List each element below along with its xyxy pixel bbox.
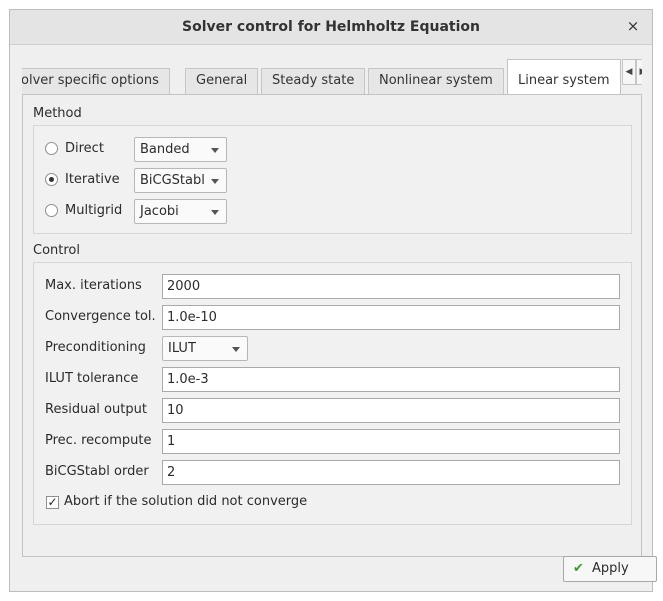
tab-solver-specific-options[interactable]: olver specific options [22,68,170,94]
residual-output-input[interactable]: 10 [162,398,620,423]
preconditioning-value: ILUT [168,341,196,356]
tab-nonlinear-system[interactable]: Nonlinear system [368,68,504,94]
direct-method-select[interactable]: Banded [134,137,227,162]
direct-method-value: Banded [140,142,190,157]
title-bar[interactable]: Solver control for Helmholtz Equation × [10,10,652,45]
bicgstabl-order-label: BiCGStabl order [45,464,149,479]
control-group: Max. iterations 2000 Convergence tol. 1.… [33,262,632,525]
tab-scroll-right-icon[interactable]: ▶ [636,59,642,85]
abort-checkbox[interactable]: ✓ [46,496,59,509]
chevron-down-icon [232,347,240,352]
iterative-label: Iterative [65,172,120,187]
prec-recompute-input[interactable]: 1 [162,429,620,454]
tab-bar: olver specific options General Steady st… [22,58,642,95]
ilut-tolerance-input[interactable]: 1.0e-3 [162,367,620,392]
apply-label: Apply [592,561,629,576]
multigrid-label: Multigrid [65,203,123,218]
iterative-method-value: BiCGStabl [140,173,205,188]
method-group-label: Method [33,106,82,121]
convergence-tol-input[interactable]: 1.0e-10 [162,305,620,330]
chevron-down-icon [211,210,219,215]
chevron-down-icon [211,148,219,153]
multigrid-radio[interactable] [45,204,58,217]
iterative-radio[interactable] [45,173,58,186]
abort-checkbox-label: Abort if the solution did not converge [64,494,308,509]
multigrid-method-select[interactable]: Jacobi [134,199,227,224]
tab-linear-system[interactable]: Linear system [507,59,621,95]
tab-general[interactable]: General [185,68,259,94]
residual-output-label: Residual output [45,402,147,417]
convergence-tol-label: Convergence tol. [45,309,156,324]
solver-control-dialog: Solver control for Helmholtz Equation × … [9,9,657,592]
close-icon[interactable]: × [624,17,642,35]
method-group: Direct Banded Iterative BiCGStabl Multig… [33,125,632,234]
ilut-tolerance-label: ILUT tolerance [45,371,139,386]
bicgstabl-order-input[interactable]: 2 [162,460,620,485]
tab-scroll-left-icon[interactable]: ◀ [622,59,636,85]
iterative-method-select[interactable]: BiCGStabl [134,168,227,193]
direct-radio[interactable] [45,142,58,155]
max-iterations-input[interactable]: 2000 [162,274,620,299]
chevron-down-icon [211,179,219,184]
check-icon: ✔ [573,561,584,576]
max-iterations-label: Max. iterations [45,278,142,293]
preconditioning-label: Preconditioning [45,340,146,355]
preconditioning-select[interactable]: ILUT [162,336,248,361]
apply-button[interactable]: ✔ Apply [563,556,657,582]
linear-system-panel: Method Direct Banded Iterative BiCGStabl… [22,94,642,557]
prec-recompute-label: Prec. recompute [45,433,152,448]
window-title: Solver control for Helmholtz Equation [182,19,480,35]
control-group-label: Control [33,243,80,258]
tab-steady-state[interactable]: Steady state [261,68,366,94]
multigrid-method-value: Jacobi [140,204,179,219]
direct-label: Direct [65,141,104,156]
